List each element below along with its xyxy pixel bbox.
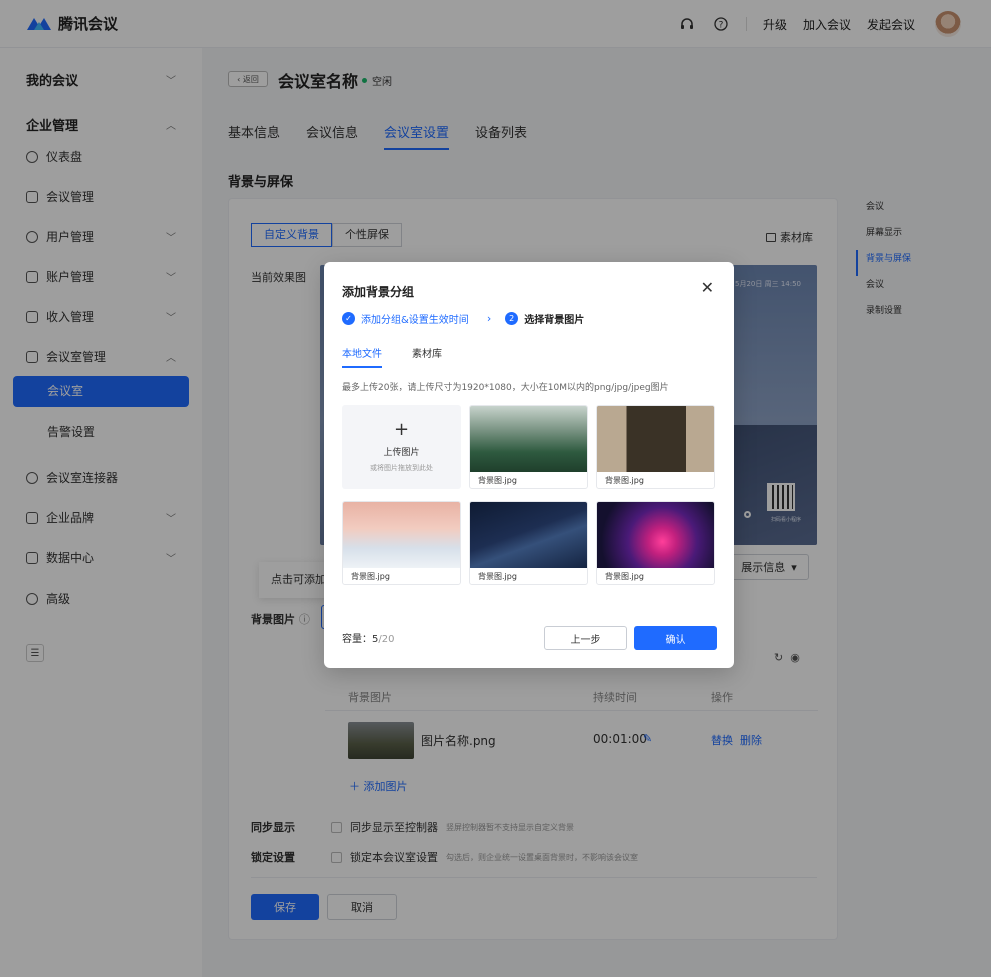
forest-image: [470, 406, 587, 472]
chevron-right-icon: ›: [486, 312, 492, 325]
image-caption: 背景图.jpg: [605, 572, 644, 581]
image-card[interactable]: 背景图.jpg: [342, 501, 461, 585]
check-icon: ✓: [342, 312, 355, 325]
confirm-button[interactable]: 确认: [634, 626, 717, 650]
modal-tabs: 本地文件 素材库: [342, 345, 472, 368]
night-dune-image: [470, 502, 587, 568]
capacity-text: 容量：5/20: [342, 630, 394, 645]
tab-material-library[interactable]: 素材库: [412, 345, 442, 368]
step-2-label: 选择背景图片: [524, 315, 585, 326]
image-card[interactable]: 背景图.jpg: [469, 501, 588, 585]
upload-title: 上传图片: [383, 448, 420, 458]
image-caption: 背景图.jpg: [605, 476, 644, 485]
close-icon[interactable]: ✕: [701, 278, 714, 297]
tab-local-files[interactable]: 本地文件: [342, 345, 382, 368]
upload-hint: 或将图片拖放到此处: [370, 464, 433, 472]
modal-title: 添加背景分组: [342, 285, 415, 299]
plus-icon: +: [393, 419, 410, 440]
add-background-group-modal: 添加背景分组 ✕ ✓ 添加分组&设置生效时间 › 2 选择背景图片 本地文件 素…: [324, 262, 734, 668]
abstract-image: [597, 502, 714, 568]
previous-step-button[interactable]: 上一步: [544, 626, 627, 650]
capacity-label: 容量：: [342, 634, 372, 645]
step-1-label: 添加分组&设置生效时间: [361, 315, 469, 326]
image-caption: 背景图.jpg: [478, 476, 517, 485]
image-caption: 背景图.jpg: [351, 572, 390, 581]
upload-tip: 最多上传20张，请上传尺寸为1920*1080，大小在10M以内的png/jpg…: [342, 383, 669, 393]
step-2-number: 2: [505, 312, 519, 325]
snow-dune-image: [343, 502, 460, 568]
door-image: [597, 406, 714, 472]
image-card[interactable]: 背景图.jpg: [596, 405, 715, 489]
modal-steps: ✓ 添加分组&设置生效时间 › 2 选择背景图片: [342, 311, 584, 326]
upload-dropzone[interactable]: + 上传图片 或将图片拖放到此处: [342, 405, 461, 489]
image-card[interactable]: 背景图.jpg: [596, 501, 715, 585]
capacity-total: /20: [378, 634, 395, 645]
image-caption: 背景图.jpg: [478, 572, 517, 581]
image-card[interactable]: 背景图.jpg: [469, 405, 588, 489]
